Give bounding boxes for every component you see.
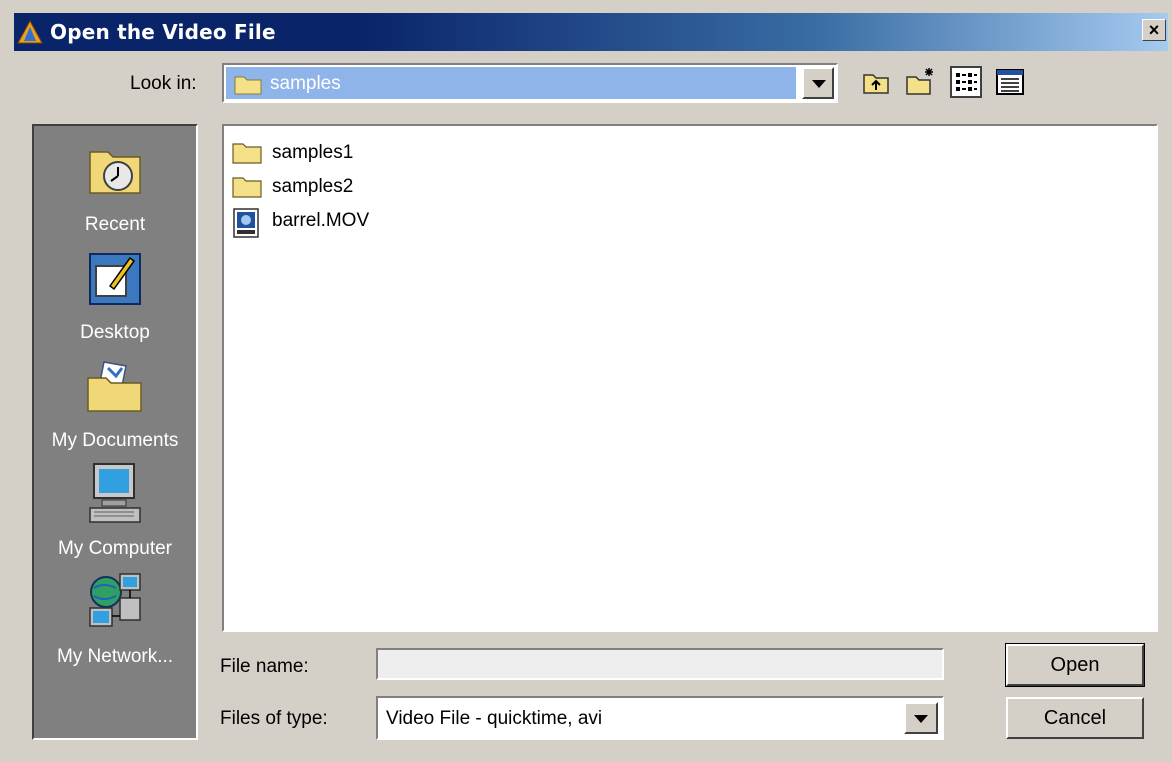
file-name: barrel.MOV <box>272 210 370 231</box>
file-type-label: Files of type: <box>220 708 328 729</box>
file-type-dropdown[interactable]: Video File - quicktime, avi <box>376 696 944 740</box>
close-button[interactable]: × <box>1142 19 1166 41</box>
look-in-label: Look in: <box>130 73 197 94</box>
place-label: Recent <box>84 214 146 235</box>
places-bar: Recent Desktop My Documents My Computer … <box>32 124 198 740</box>
place-label: My Network... <box>56 646 174 667</box>
close-icon: × <box>1148 20 1160 40</box>
up-one-level-icon[interactable] <box>860 66 892 98</box>
folder-icon <box>232 177 262 198</box>
recent-icon <box>89 151 141 194</box>
app-icon <box>17 19 43 44</box>
list-view-icon[interactable] <box>950 66 982 98</box>
chevron-down-icon[interactable] <box>802 67 834 99</box>
details-view-icon[interactable] <box>994 66 1026 98</box>
file-name-input[interactable] <box>376 648 944 680</box>
my-network-icon <box>89 573 141 627</box>
file-name: samples1 <box>272 142 354 163</box>
place-recent[interactable]: Recent <box>34 138 196 238</box>
file-type-value: Video File - quicktime, avi <box>386 708 603 729</box>
look-in-dropdown[interactable]: samples <box>222 63 838 103</box>
place-label: My Documents <box>51 430 179 451</box>
folder-icon <box>234 76 262 95</box>
open-file-dialog: Open the Video File × Look in: samples R… <box>0 0 1172 762</box>
new-folder-icon[interactable] <box>904 66 936 98</box>
file-name-label: File name: <box>220 656 309 677</box>
cancel-button[interactable]: Cancel <box>1006 697 1144 739</box>
place-my-network[interactable]: My Network... <box>34 570 196 670</box>
file-name: samples2 <box>272 176 354 197</box>
file-list[interactable]: samples1 samples2 barrel.MOV <box>222 124 1158 632</box>
video-file-icon <box>233 208 259 238</box>
window-title: Open the Video File <box>50 20 276 44</box>
title-bar[interactable]: Open the Video File × <box>14 13 1168 51</box>
place-my-computer[interactable]: My Computer <box>34 462 196 562</box>
open-button[interactable]: Open <box>1005 643 1145 687</box>
desktop-icon <box>89 253 141 305</box>
my-documents-icon <box>87 361 142 412</box>
my-computer-icon <box>89 463 141 523</box>
look-in-selected: samples <box>226 67 796 99</box>
place-desktop[interactable]: Desktop <box>34 246 196 346</box>
look-in-value: samples <box>270 73 341 94</box>
place-label: My Computer <box>57 538 173 559</box>
folder-icon <box>232 143 262 164</box>
place-label: Desktop <box>80 322 150 343</box>
place-my-documents[interactable]: My Documents <box>34 354 196 454</box>
chevron-down-icon[interactable] <box>904 702 938 734</box>
